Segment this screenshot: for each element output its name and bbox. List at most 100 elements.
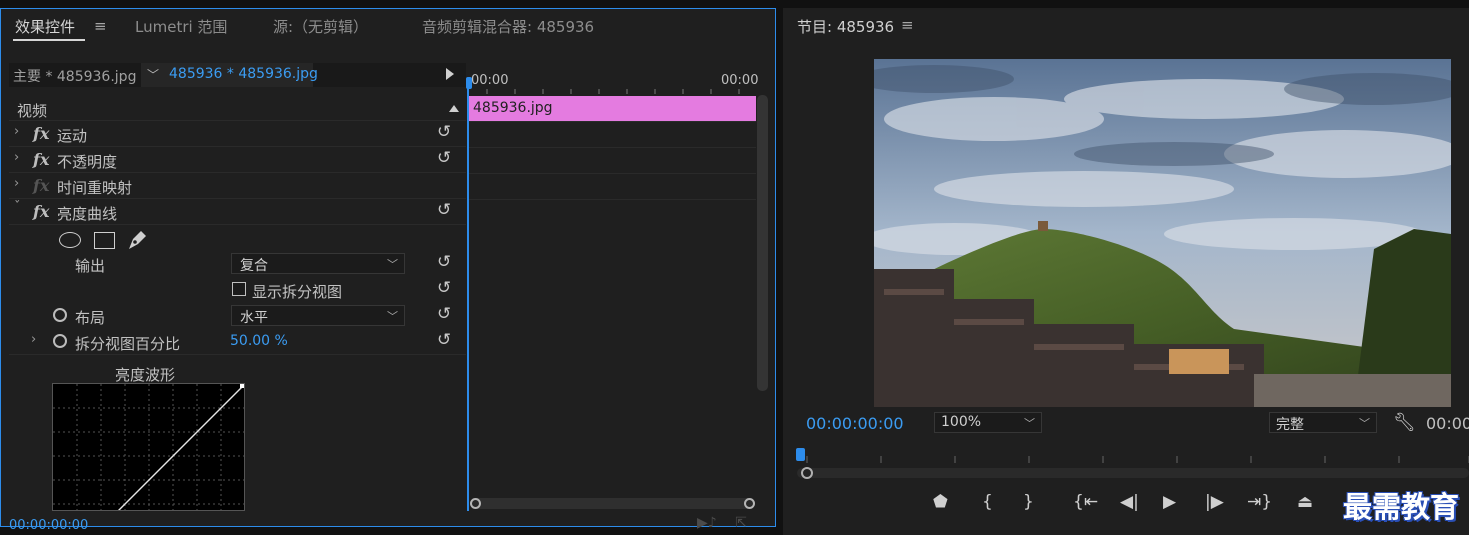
param-row-split-percent: › 拆分视图百分比 50.00 % ↺ <box>9 329 466 355</box>
effect-label: 运动 <box>57 127 88 145</box>
chevron-down-icon: ﹀ <box>387 310 398 323</box>
chevron-right-icon[interactable]: › <box>14 124 19 139</box>
fx-icon[interactable]: fx <box>33 124 49 143</box>
panel-menu-icon[interactable]: ≡ <box>901 16 914 34</box>
program-time-ruler[interactable] <box>797 452 1469 464</box>
step-forward-icon[interactable]: |▶ <box>1205 492 1224 512</box>
go-to-in-icon[interactable]: {⇤ <box>1073 492 1098 512</box>
reset-icon[interactable]: ↺ <box>437 200 451 220</box>
timeline-row-divider <box>468 199 756 200</box>
reset-icon[interactable]: ↺ <box>437 122 451 142</box>
lift-icon[interactable]: ⏏ <box>1297 492 1313 512</box>
panel-menu-icon[interactable]: ≡ <box>94 17 107 35</box>
effect-row-luma-curve[interactable]: ˇ fx 亮度曲线 ↺ <box>9 199 466 225</box>
timeline-ruler[interactable] <box>467 87 757 95</box>
chevron-down-icon[interactable]: ˇ <box>14 200 21 215</box>
effect-label: 时间重映射 <box>57 179 133 197</box>
layout-label: 布局 <box>75 309 106 327</box>
param-row-layout: 布局 水平 ﹀ ↺ <box>9 303 466 329</box>
fx-icon[interactable]: fx <box>33 150 49 169</box>
horizontal-zoom-scrollbar[interactable] <box>470 498 755 509</box>
playhead-marker-icon[interactable] <box>466 77 472 89</box>
chevron-right-icon[interactable]: › <box>31 332 36 347</box>
timeline-playhead[interactable] <box>467 79 469 511</box>
tab-effect-controls[interactable]: 效果控件 <box>15 16 75 37</box>
luma-waveform-label: 亮度波形 <box>115 366 176 384</box>
output-dropdown[interactable]: 复合 ﹀ <box>231 253 405 274</box>
split-view-checkbox[interactable] <box>232 282 246 296</box>
program-zoom-scrollbar[interactable] <box>797 467 1469 479</box>
tab-audio-clip-mixer[interactable]: 音频剪辑混合器: 485936 <box>422 16 594 37</box>
go-to-out-icon[interactable]: ⇥} <box>1247 492 1272 512</box>
tab-lumetri-scopes[interactable]: Lumetri 范围 <box>135 16 227 37</box>
add-marker-icon[interactable]: ⬟ <box>933 492 948 512</box>
zoom-handle-left[interactable] <box>801 467 813 479</box>
ellipse-mask-icon[interactable] <box>59 232 81 248</box>
play-icon[interactable]: ▶ <box>1163 492 1176 512</box>
zoom-dropdown[interactable]: 100% ﹀ <box>934 412 1042 433</box>
output-value: 复合 <box>240 258 268 274</box>
chevron-right-icon[interactable]: › <box>14 176 19 191</box>
vertical-scrollbar[interactable] <box>757 95 768 391</box>
split-view-label: 显示拆分视图 <box>252 283 343 301</box>
stopwatch-icon[interactable] <box>53 334 67 348</box>
video-section-header[interactable]: 视频 <box>9 97 466 121</box>
wrench-settings-icon[interactable]: 🔧︎ <box>1393 412 1416 433</box>
filter-audio-icon[interactable]: ▶♪ <box>697 515 717 531</box>
step-back-icon[interactable]: ◀| <box>1120 492 1139 512</box>
clip-selector-bar: 主要 * 485936.jpg ﹀ 485936 * 485936.jpg <box>9 63 466 87</box>
playback-resolution-dropdown[interactable]: 完整 ﹀ <box>1269 412 1377 433</box>
program-monitor-title[interactable]: 节目: 485936 <box>797 16 894 37</box>
chevron-down-icon: ﹀ <box>1024 417 1035 430</box>
zoom-value: 100% <box>941 414 982 430</box>
zoom-handle-left[interactable] <box>470 498 481 509</box>
export-icon[interactable]: ⇱ <box>735 515 747 531</box>
chevron-down-icon[interactable]: ﹀ <box>147 66 159 83</box>
effect-row-opacity[interactable]: › fx 不透明度 ↺ <box>9 147 466 173</box>
effect-controls-timecode[interactable]: 00:00:00:00 <box>9 518 88 533</box>
reset-icon[interactable]: ↺ <box>437 304 451 324</box>
chevron-down-icon: ﹀ <box>1359 417 1370 430</box>
fx-icon[interactable]: fx <box>33 202 49 221</box>
luma-curve-graph[interactable] <box>52 383 245 511</box>
layout-value: 水平 <box>240 310 268 326</box>
program-video-frame[interactable] <box>874 59 1451 407</box>
selected-clip-label[interactable]: 485936 * 485936.jpg <box>169 66 318 82</box>
effect-label: 亮度曲线 <box>57 205 118 223</box>
active-tab-underline <box>13 39 85 41</box>
reset-icon[interactable]: ↺ <box>437 330 451 350</box>
effect-row-time-remap[interactable]: › fx 时间重映射 <box>9 173 466 199</box>
timeline-clip-label: 485936.jpg <box>473 100 553 116</box>
layout-dropdown[interactable]: 水平 ﹀ <box>231 305 405 326</box>
timeline-clip[interactable]: 485936.jpg <box>468 96 756 121</box>
rectangle-mask-icon[interactable] <box>94 232 115 249</box>
reset-icon[interactable]: ↺ <box>437 278 451 298</box>
timeline-end-time: 00:00 <box>721 73 759 88</box>
program-current-timecode[interactable]: 00:00:00:00 <box>806 414 904 433</box>
split-percent-label: 拆分视图百分比 <box>75 335 181 353</box>
split-percent-value[interactable]: 50.00 % <box>230 333 288 349</box>
effect-controls-panel: 效果控件 ≡ Lumetri 范围 源:（无剪辑） 音频剪辑混合器: 48593… <box>0 8 776 533</box>
collapse-up-icon[interactable] <box>449 105 459 112</box>
chevron-right-icon[interactable]: › <box>14 150 19 165</box>
mark-in-icon[interactable]: { <box>982 492 993 512</box>
timeline-start-time: 00:00 <box>471 73 509 88</box>
timeline-row-divider <box>468 173 756 174</box>
tab-source[interactable]: 源:（无剪辑） <box>273 16 368 37</box>
watermark-logo: 最需教育 <box>1343 490 1460 524</box>
resolution-value: 完整 <box>1276 417 1304 433</box>
timeline-row-divider <box>468 121 756 122</box>
pen-mask-icon[interactable] <box>126 228 148 252</box>
master-clip-label[interactable]: 主要 * 485936.jpg <box>13 66 136 86</box>
stopwatch-icon[interactable] <box>53 308 67 322</box>
effect-row-motion[interactable]: › fx 运动 ↺ <box>9 121 466 147</box>
play-triangle-icon[interactable] <box>446 68 454 80</box>
program-playhead-icon[interactable] <box>796 448 805 461</box>
output-label: 输出 <box>75 257 106 275</box>
reset-icon[interactable]: ↺ <box>437 252 451 272</box>
mark-out-icon[interactable]: } <box>1023 492 1034 512</box>
video-section-label: 视频 <box>17 102 48 120</box>
zoom-handle-right[interactable] <box>744 498 755 509</box>
reset-icon[interactable]: ↺ <box>437 148 451 168</box>
landscape-image <box>874 59 1451 407</box>
